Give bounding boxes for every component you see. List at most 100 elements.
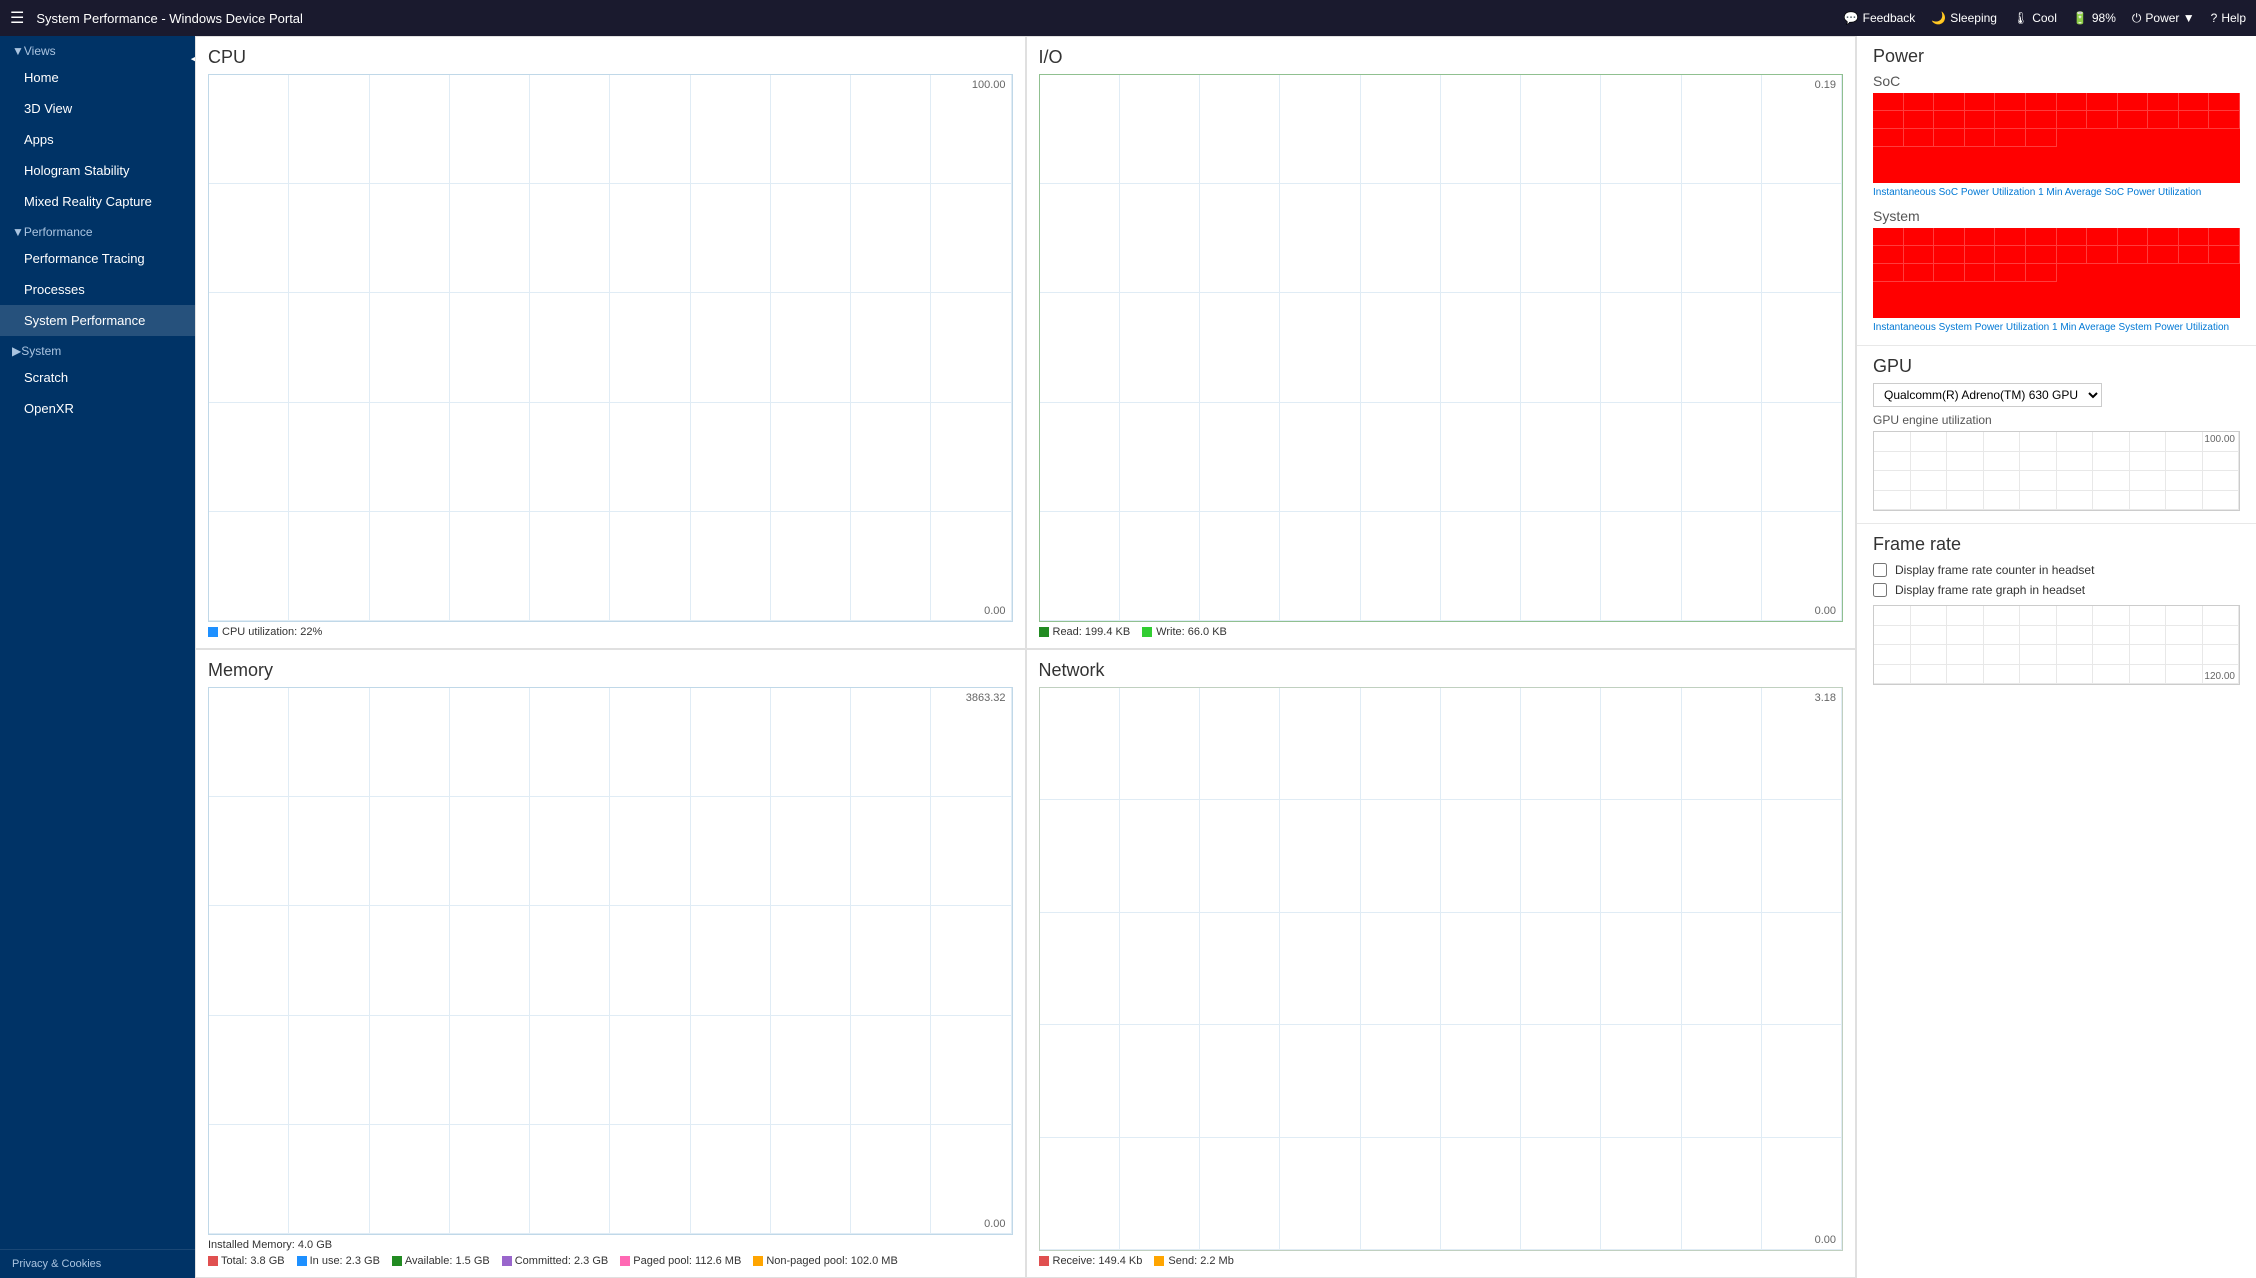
io-read-label: Read: 199.4 KB [1053, 626, 1131, 638]
grid-cell [1984, 491, 2021, 511]
grid-cell [1200, 403, 1280, 512]
grid-cell [2057, 93, 2088, 111]
grid-cell [1361, 293, 1441, 402]
grid-cell [771, 512, 851, 621]
grid-cell [530, 688, 610, 797]
sidebar-item-home[interactable]: Home [0, 62, 195, 93]
system-avg-label[interactable]: 1 Min Average System Power Utilization [2052, 322, 2229, 333]
grid-cell [1934, 93, 1965, 111]
grid-cell [2166, 626, 2203, 646]
grid-cell [1947, 491, 1984, 511]
grid-cell [1040, 1025, 1120, 1137]
grid-cell [691, 75, 771, 184]
grid-cell [2057, 246, 2088, 264]
privacy-cookies-link[interactable]: Privacy & Cookies [0, 1249, 195, 1278]
grid-cell [289, 906, 369, 1015]
sidebar-item-processes[interactable]: Processes [0, 274, 195, 305]
grid-cell [2026, 111, 2057, 129]
grid-cell [1911, 645, 1948, 665]
grid-cell [2148, 246, 2179, 264]
mem-paged: Paged pool: 112.6 MB [620, 1255, 741, 1267]
grid-cell [2057, 491, 2094, 511]
grid-cell [1120, 75, 1200, 184]
grid-cell [1873, 228, 1904, 246]
power-button[interactable]: ⏻ Power ▼ [2132, 11, 2195, 26]
sidebar-item-hologram-stability[interactable]: Hologram Stability [0, 155, 195, 186]
grid-cell [610, 1125, 690, 1234]
sidebar-item-system-performance[interactable]: System Performance [0, 305, 195, 336]
grid-cell [530, 293, 610, 402]
sleeping-button[interactable]: 🌙 Sleeping [1931, 11, 1997, 25]
grid-cell [2057, 228, 2088, 246]
grid-cell [1904, 111, 1935, 129]
io-chart: 0.19 0.00 [1039, 74, 1844, 622]
sleeping-icon: 🌙 [1931, 11, 1946, 25]
grid-cell [1200, 184, 1280, 293]
sidebar-toggle[interactable]: ◀ [183, 46, 195, 70]
grid-cell [610, 293, 690, 402]
grid-cell [1040, 1138, 1120, 1250]
menu-icon[interactable]: ☰ [10, 8, 24, 28]
grid-cell [1120, 512, 1200, 621]
grid-cell [209, 293, 289, 402]
io-write-color [1142, 627, 1152, 637]
grid-cell [1441, 800, 1521, 912]
grid-cell [1873, 246, 1904, 264]
network-receive-label: Receive: 149.4 Kb [1053, 1255, 1143, 1267]
sidebar-item-3dview[interactable]: 3D View [0, 93, 195, 124]
grid-cell [1911, 432, 1948, 452]
grid-cell [2166, 645, 2203, 665]
grid-cell [1040, 512, 1120, 621]
sidebar-section-header-performance[interactable]: ▼Performance [0, 217, 195, 243]
grid-cell [370, 1125, 450, 1234]
sidebar-item-openxr[interactable]: OpenXR [0, 393, 195, 424]
grid-cell [1280, 1138, 1360, 1250]
grid-cell [1040, 75, 1120, 184]
grid-cell [771, 1125, 851, 1234]
grid-cell [1947, 432, 1984, 452]
grid-cell [2130, 491, 2167, 511]
grid-cell [209, 403, 289, 512]
sidebar-item-apps[interactable]: Apps [0, 124, 195, 155]
help-button[interactable]: ? Help [2211, 11, 2246, 25]
grid-cell [1965, 246, 1996, 264]
sidebar-item-mixed-reality-capture[interactable]: Mixed Reality Capture [0, 186, 195, 217]
grid-cell [1280, 403, 1360, 512]
cpu-chart: 100.00 0.00 [208, 74, 1013, 622]
cool-button[interactable]: 🌡 Cool [2013, 11, 2057, 25]
grid-cell [1441, 1025, 1521, 1137]
grid-cell [2118, 111, 2149, 129]
grid-cell [1521, 1138, 1601, 1250]
sidebar-section-header-views[interactable]: ▼Views [0, 36, 195, 62]
grid-cell [2209, 246, 2240, 264]
io-chart-bottom-value: 0.00 [1815, 605, 1836, 617]
grid-cell [1984, 665, 2021, 685]
soc-avg-label[interactable]: 1 Min Average SoC Power Utilization [2038, 187, 2201, 198]
network-chart-bottom-value: 0.00 [1815, 1234, 1836, 1246]
grid-cell [691, 512, 771, 621]
grid-cell [691, 797, 771, 906]
grid-cell [1120, 800, 1200, 912]
grid-cell [2093, 471, 2130, 491]
sidebar-item-scratch[interactable]: Scratch [0, 362, 195, 393]
frame-graph-checkbox[interactable] [1873, 583, 1887, 597]
sidebar-section-header-system[interactable]: ▶System [0, 336, 195, 362]
sidebar-item-performance-tracing[interactable]: Performance Tracing [0, 243, 195, 274]
grid-cell [1874, 471, 1911, 491]
power-label: Power ▼ [2145, 11, 2194, 25]
frame-counter-checkbox[interactable] [1873, 563, 1887, 577]
feedback-button[interactable]: 💬 Feedback [1844, 11, 1916, 25]
grid-cell [2209, 228, 2240, 246]
grid-cell [1361, 184, 1441, 293]
grid-cell [851, 184, 931, 293]
gpu-select[interactable]: Qualcomm(R) Adreno(TM) 630 GPU [1873, 383, 2102, 407]
grid-cell [2057, 645, 2094, 665]
cpu-chart-bottom-value: 0.00 [984, 605, 1005, 617]
grid-cell [2130, 471, 2167, 491]
grid-cell [1934, 228, 1965, 246]
grid-cell [2020, 452, 2057, 472]
grid-cell [1521, 688, 1601, 800]
cpu-title: CPU [208, 47, 1013, 68]
frame-counter-label: Display frame rate counter in headset [1895, 563, 2094, 577]
grid-cell [1682, 913, 1762, 1025]
